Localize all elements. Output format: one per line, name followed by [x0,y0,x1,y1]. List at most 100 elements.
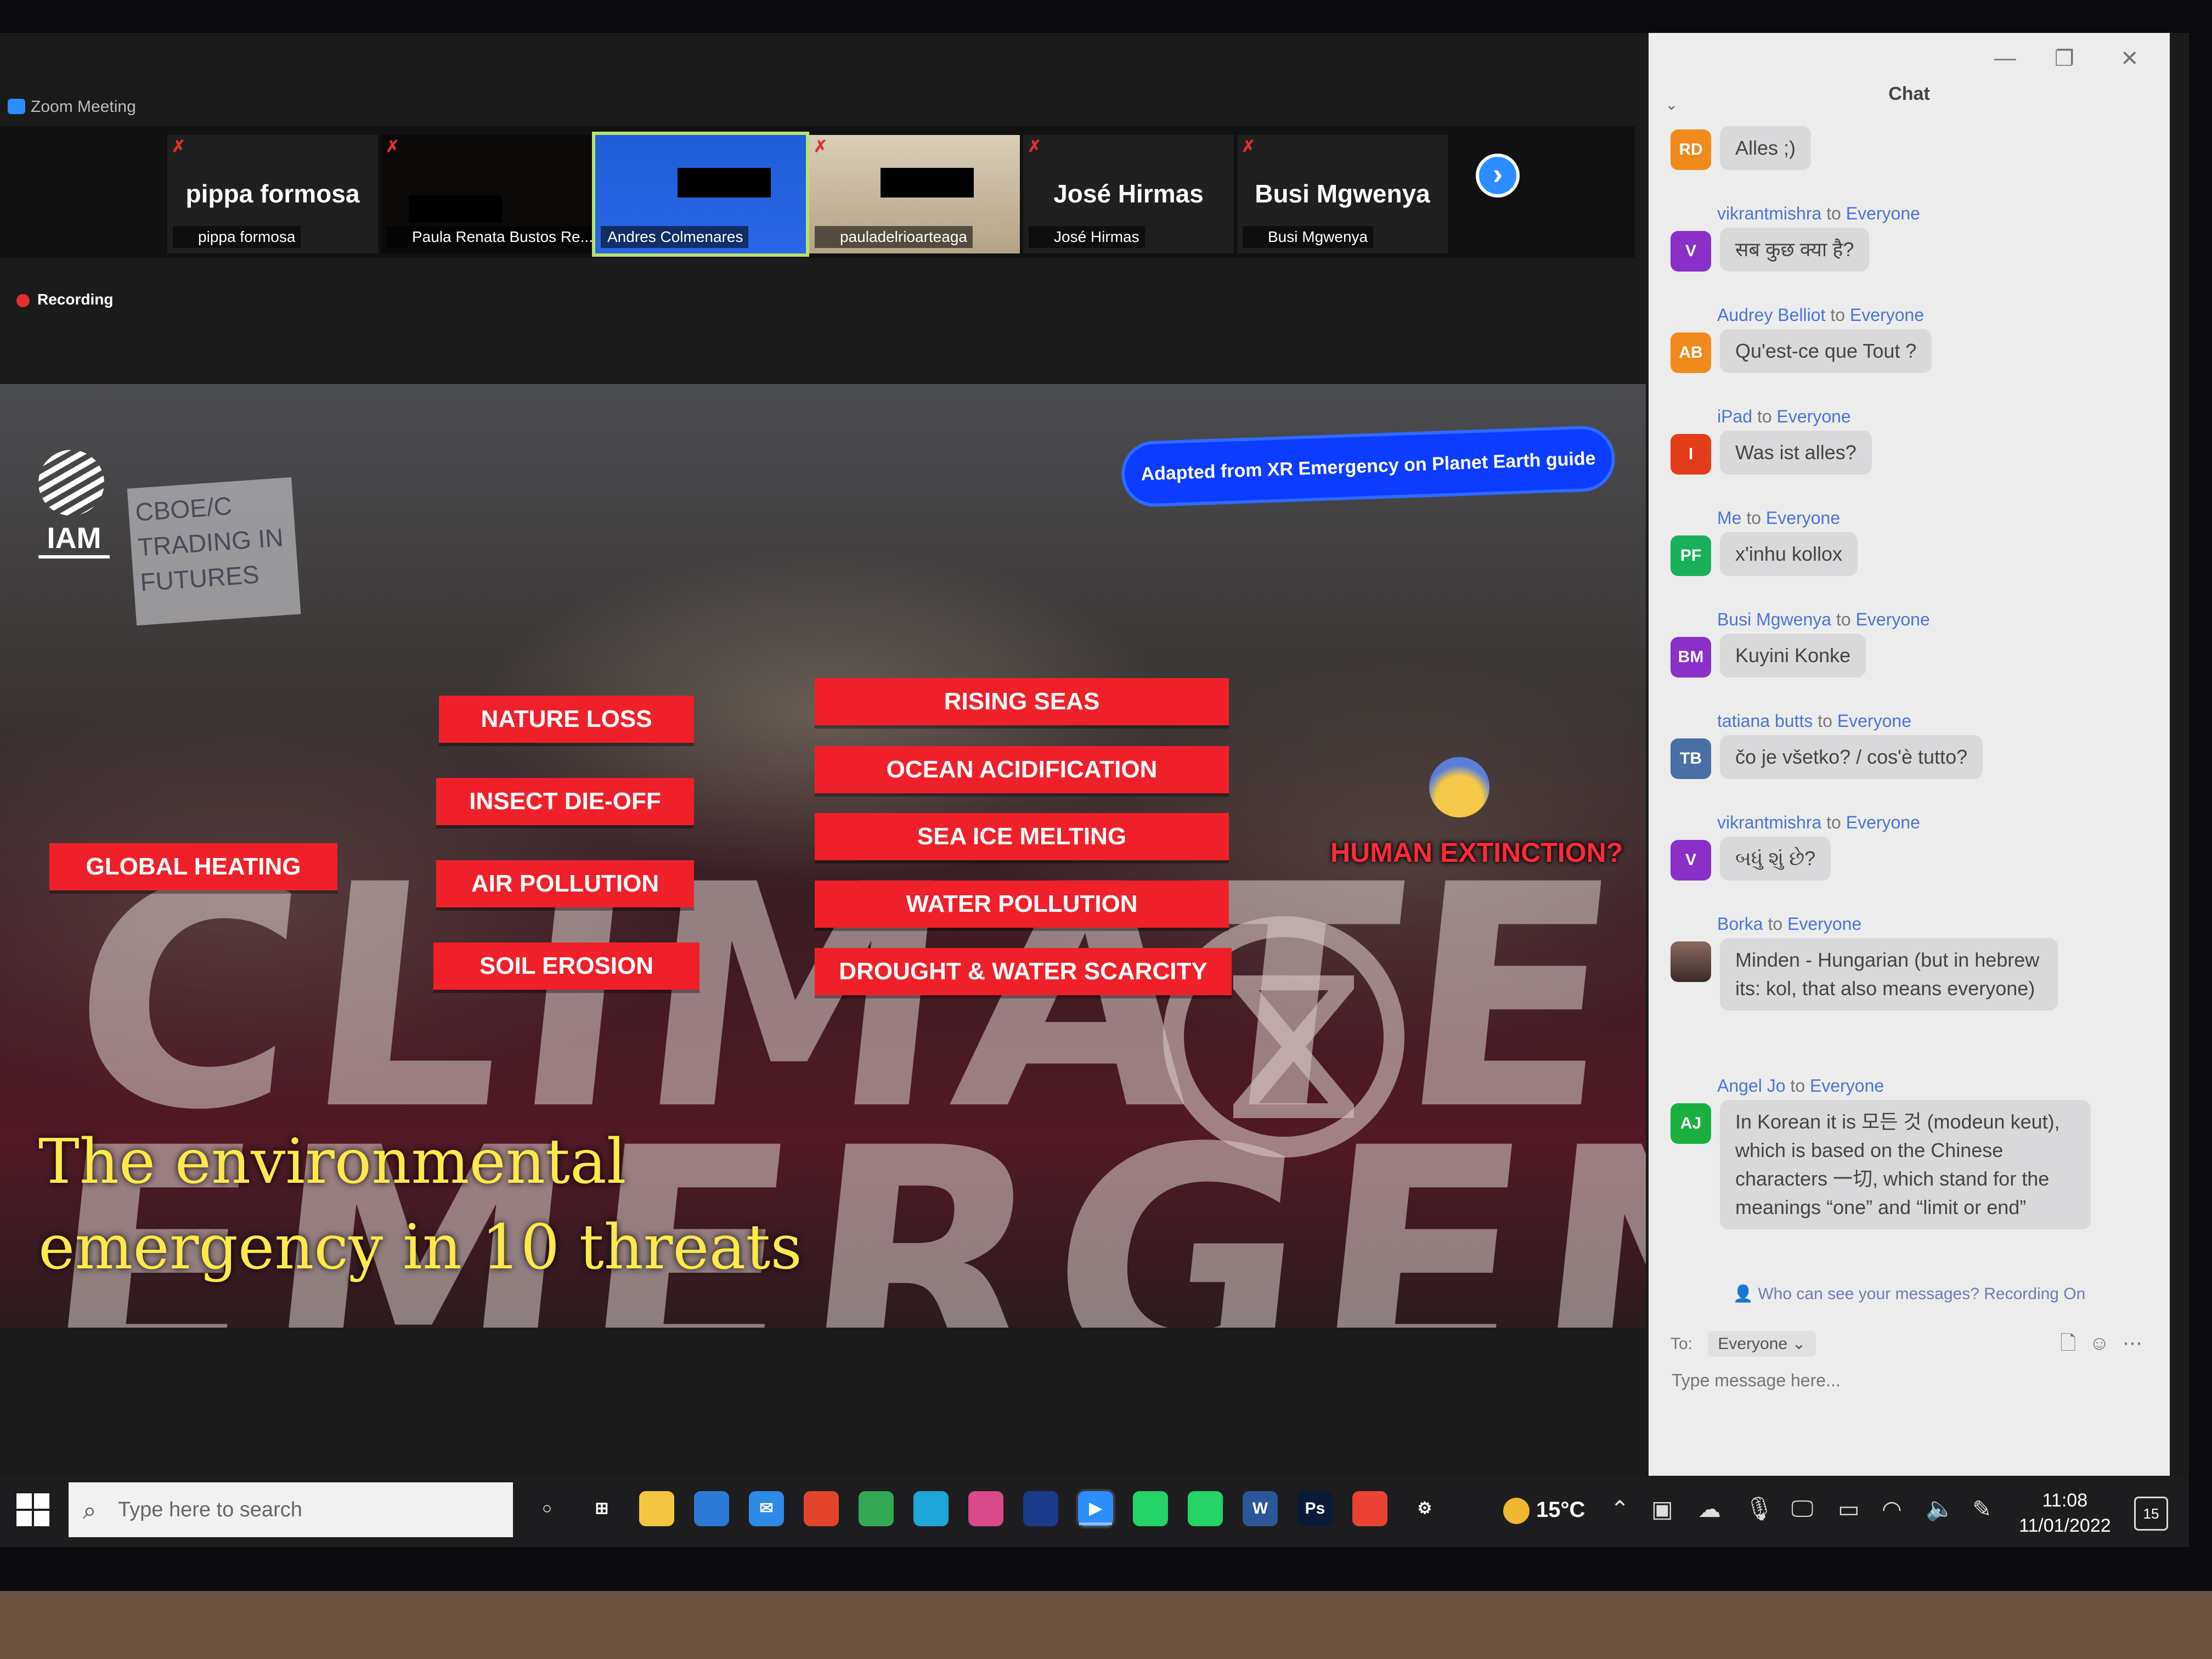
globe-icon [38,450,104,516]
sender-name[interactable]: tatiana butts [1717,711,1813,731]
chrome-icon[interactable] [859,1491,894,1526]
threat-label: DROUGHT & WATER SCARCITY [815,948,1232,995]
sender-name[interactable]: Me [1717,508,1741,528]
message-bubble: બધું શું છે? [1720,837,1831,881]
chrome-2-icon[interactable] [1352,1491,1387,1526]
sender-name[interactable]: iPad [1717,407,1752,426]
to-word: to [1836,610,1851,629]
message-header: Borka to Everyone [1717,914,1861,934]
file-explorer-icon[interactable] [639,1491,674,1526]
participant-tile[interactable]: ✗ pauladelrioarteaga [809,135,1020,253]
sender-name[interactable]: Busi Mgwenya [1717,610,1831,629]
scream-emoji-icon [1429,757,1489,817]
recipient-select[interactable]: Everyone ⌄ [1708,1331,1816,1357]
chat-message-input[interactable] [1671,1369,2145,1481]
mic-muted-icon: ✗ [172,138,186,156]
notifications-icon[interactable]: 15 [2134,1497,2168,1531]
mail-icon[interactable]: ✉ [749,1491,784,1526]
recipient-name: Everyone [1837,711,1911,731]
slide-title-line: emergency in 10 threats [38,1212,802,1283]
word-icon[interactable]: W [1243,1491,1278,1526]
recipient-name: Everyone [1765,508,1841,528]
recipient-name: Everyone [1849,305,1925,325]
sender-name[interactable]: Angel Jo [1717,1076,1786,1096]
threat-label: GLOBAL HEATING [49,843,337,890]
meet-now-icon[interactable]: ▣ [1651,1496,1673,1522]
desk-surface [0,1591,2212,1659]
chevron-down-icon: ⌄ [1792,1335,1806,1353]
speaker-icon[interactable]: 🔈 [1926,1496,1954,1522]
mic-muted-icon: ✗ [386,138,400,156]
battery-icon[interactable]: ▭ [1838,1496,1860,1522]
participant-big-name: Busi Mgwenya [1255,179,1430,208]
participant-tile[interactable]: pippa formosa ✗ pippa formosa [167,135,378,253]
sender-name[interactable]: Audrey Belliot [1717,305,1825,325]
who-can-see-link[interactable]: 👤 Who can see your messages? Recording O… [1649,1284,2170,1304]
settings-icon[interactable]: ⚙ [1407,1491,1442,1526]
human-extinction-label: HUMAN EXTINCTION? [1330,837,1623,868]
chat-panel: — ❐ ✕ ⌄ Chat RD Alles ;) vikrantmishra t… [1649,33,2170,1517]
next-participants-button[interactable]: › [1476,154,1520,198]
participant-tile-active[interactable]: Andres Colmenares [592,132,809,257]
file-icon[interactable]: 🗋 [2060,1331,2076,1354]
display-icon[interactable]: 🖵 [1791,1496,1814,1522]
participant-label: pippa formosa [173,226,301,248]
chevron-up-icon[interactable]: ⌃ [1610,1496,1629,1522]
store-icon[interactable] [694,1491,729,1526]
onedrive-icon[interactable]: ☁ [1698,1496,1721,1522]
window-title: Zoom Meeting [31,98,136,116]
zoom-app-icon [8,99,25,114]
recording-indicator[interactable]: Recording [16,291,113,308]
whatsapp-2-icon[interactable] [1188,1491,1223,1526]
clock[interactable]: 11:08 11/01/2022 [2019,1488,2111,1538]
to-word: to [1757,407,1772,426]
whatsapp-icon[interactable] [1133,1491,1168,1526]
avatar: V [1671,231,1711,272]
recipient-row: To: Everyone ⌄ [1671,1331,1816,1357]
more-icon[interactable]: ⋯ [2123,1331,2142,1354]
to-word: to [1826,812,1841,832]
zoom-titlebar: Zoom Meeting [0,88,1635,126]
sender-name[interactable]: vikrantmishra [1717,812,1821,832]
slide-title-line: The environmental [38,1126,627,1198]
chat-message-list[interactable]: RD Alles ;) vikrantmishra to Everyone V … [1649,124,2170,1304]
participant-tile[interactable]: ✗ Paula Renata Bustos Re... [381,135,592,253]
avatar: AB [1671,332,1711,373]
zoom-icon[interactable]: ▶ [1076,1489,1115,1528]
message-header: Busi Mgwenya to Everyone [1717,610,1930,630]
participant-tile[interactable]: José Hirmas ✗ José Hirmas [1023,135,1234,253]
weather-temp: 15°C [1536,1498,1585,1522]
windows-start-icon[interactable] [16,1493,49,1526]
wifi-icon[interactable]: ◠ [1882,1496,1902,1522]
recipient-value: Everyone [1718,1335,1788,1353]
taskbar-search-input[interactable]: ⌕ Type here to search [69,1482,513,1537]
microphone-icon[interactable]: 🎙 [1745,1496,1774,1522]
recipient-name: Everyone [1846,812,1920,832]
to-word: to [1826,204,1841,223]
avatar: AJ [1671,1103,1711,1144]
message-header: Audrey Belliot to Everyone [1717,305,1924,325]
to-word: to [1790,1076,1805,1096]
compose-tools: 🗋 ☺ ⋯ [2047,1329,2142,1362]
vpn-icon[interactable] [1023,1491,1058,1526]
pen-icon[interactable]: ✎ [1972,1496,1991,1522]
photos-icon[interactable] [968,1491,1003,1526]
sender-name[interactable]: Borka [1717,914,1763,934]
message-bubble: In Korean it is 모든 것 (modeun keut), whic… [1720,1100,2091,1229]
screen: Zoom Meeting pippa formosa ✗ pippa formo… [0,33,2189,1547]
sender-name[interactable]: vikrantmishra [1717,204,1821,223]
message-header: vikrantmishra to Everyone [1717,812,1920,833]
message-header: vikrantmishra to Everyone [1717,204,1920,224]
edge-icon[interactable] [913,1491,949,1526]
avatar: RD [1671,129,1711,170]
weather-widget[interactable]: 15°C [1503,1498,1585,1525]
message-bubble: Was ist alles? [1720,431,1872,475]
photoshop-icon[interactable]: Ps [1297,1491,1333,1526]
cortana-icon[interactable]: ○ [529,1491,565,1526]
notification-count: 15 [2143,1505,2159,1522]
participant-tile[interactable]: Busi Mgwenya ✗ Busi Mgwenya [1237,135,1448,253]
task-view-icon[interactable]: ⊞ [584,1491,619,1526]
emoji-icon[interactable]: ☺ [2089,1331,2109,1354]
office-icon[interactable] [804,1491,839,1526]
message-bubble: सब कुछ क्या है? [1720,228,1870,272]
